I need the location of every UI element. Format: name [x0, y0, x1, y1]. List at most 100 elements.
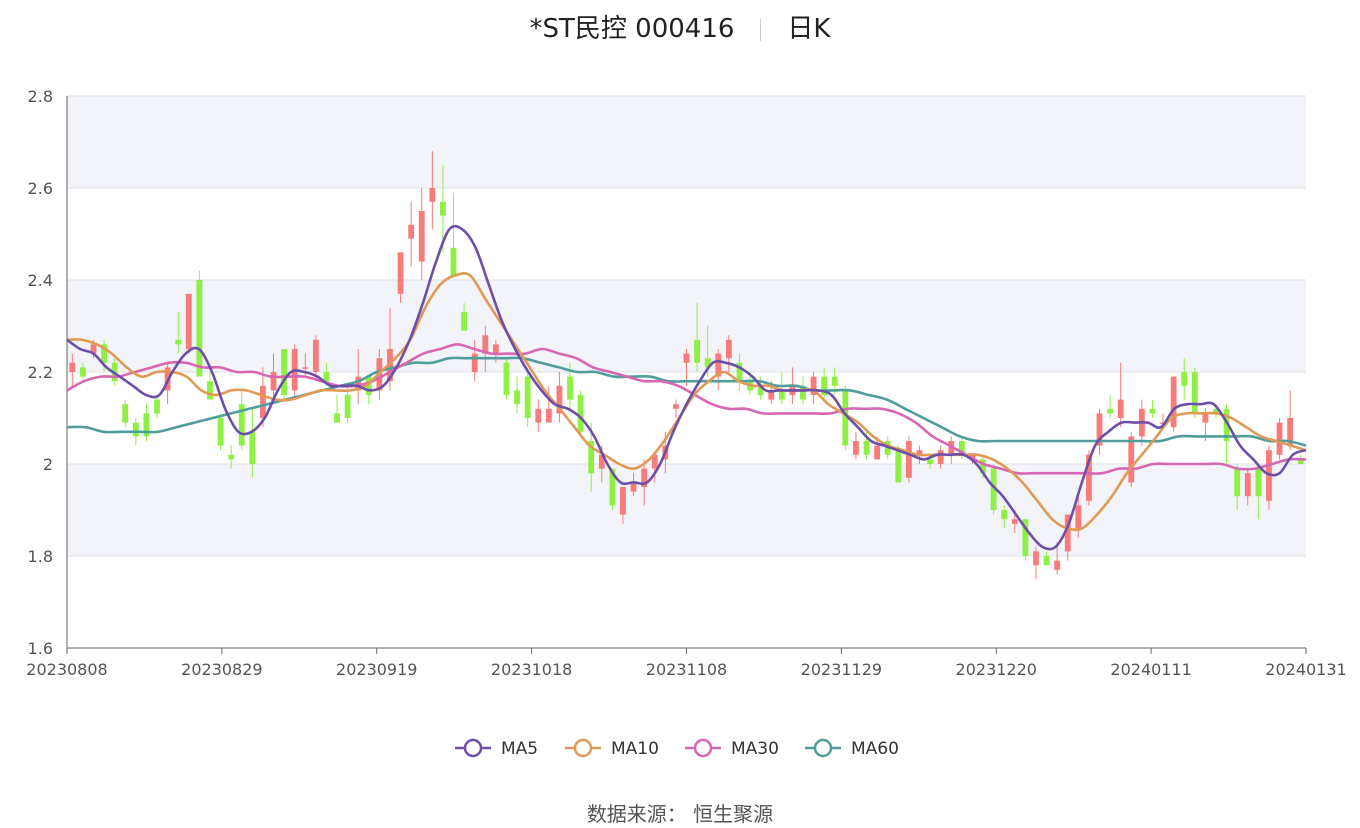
- candle-body: [69, 362, 76, 372]
- y-tick-label: 2.2: [28, 363, 53, 382]
- candle-body: [514, 390, 520, 405]
- candle-body: [450, 247, 457, 276]
- legend-label: MA5: [501, 739, 538, 759]
- candle-body: [471, 353, 478, 372]
- candle-body: [1181, 372, 1188, 386]
- data-source: 数据来源： 恒生聚源: [586, 802, 774, 826]
- candle-body: [1011, 519, 1018, 524]
- y-tick-label: 1.8: [28, 547, 53, 566]
- legend-item-ma10: MA10: [565, 738, 659, 759]
- candle-body: [905, 441, 912, 478]
- candle-body: [418, 211, 425, 262]
- candle-body: [461, 312, 468, 331]
- candle-body: [874, 445, 881, 460]
- candle-body: [185, 293, 192, 349]
- candle-body: [577, 395, 584, 432]
- candle-body: [440, 201, 446, 216]
- candle-body: [228, 454, 235, 460]
- plot-background: [67, 96, 1306, 556]
- candle-body: [259, 385, 266, 418]
- candle-body: [831, 376, 838, 386]
- x-tick-label: 20230919: [336, 660, 417, 679]
- legend-swatch-marker: [463, 738, 483, 758]
- legend-item-ma60: MA60: [805, 738, 899, 759]
- candle-body: [312, 339, 319, 372]
- candle-body: [524, 376, 531, 418]
- candle-body: [429, 188, 436, 202]
- x-tick-label: 20231220: [956, 660, 1037, 679]
- y-tick-label: 2.6: [28, 179, 53, 198]
- candle-body: [1001, 510, 1008, 520]
- x-tick-label: 20240111: [1110, 660, 1191, 679]
- candle-body: [1117, 399, 1124, 418]
- candle-body: [344, 395, 351, 418]
- y-tick-label: 2: [43, 455, 53, 474]
- candle-body: [725, 339, 732, 359]
- candle-body: [1043, 556, 1050, 566]
- candle-body: [853, 441, 859, 455]
- candle-body: [79, 367, 86, 377]
- legend-swatch-marker: [813, 738, 833, 758]
- candle-body: [620, 487, 626, 515]
- candle-body: [249, 431, 256, 464]
- legend-swatch-marker: [693, 738, 713, 758]
- candle-body: [1054, 560, 1061, 570]
- candle-body: [281, 349, 288, 395]
- x-tick-label: 20240131: [1265, 660, 1346, 679]
- x-tick-label: 20231108: [646, 660, 727, 679]
- candle-body: [323, 372, 330, 382]
- legend-label: MA30: [731, 739, 779, 759]
- candle-body: [1276, 422, 1283, 455]
- candle-body: [1244, 473, 1251, 497]
- legend-swatch-marker: [573, 738, 593, 758]
- candle-body: [154, 399, 160, 414]
- legend-item-ma30: MA30: [685, 738, 779, 759]
- y-axis: 1.6 1.8 2 2.2 2.4 2.6 2.8: [28, 87, 53, 658]
- candle-body: [132, 422, 139, 437]
- candle-body: [302, 367, 309, 369]
- candle-body: [503, 362, 510, 395]
- candle-body: [535, 408, 542, 423]
- candle-body: [492, 344, 499, 354]
- y-tick-label: 2.4: [28, 271, 53, 290]
- candle-body: [1191, 372, 1198, 414]
- candle-body: [1234, 468, 1241, 497]
- x-tick-label: 20230829: [181, 660, 262, 679]
- candle-body: [217, 418, 224, 446]
- candle-body: [1107, 408, 1114, 414]
- candle-body: [408, 224, 415, 239]
- candle-body: [1149, 408, 1156, 414]
- plot-band: [67, 464, 1306, 556]
- x-tick-label: 20231129: [801, 660, 882, 679]
- candle-body: [927, 459, 933, 464]
- candle-body: [1255, 468, 1262, 497]
- candle-body: [207, 381, 213, 400]
- candle-body: [1202, 413, 1209, 423]
- candle-body: [334, 413, 340, 423]
- legend-label: MA10: [611, 739, 659, 759]
- legend: MA5 MA10 MA30 MA60: [455, 738, 899, 759]
- candle-body: [545, 408, 552, 423]
- candle-body: [895, 450, 902, 483]
- plot-band: [67, 96, 1306, 188]
- candle-body: [778, 390, 785, 400]
- candle-body: [937, 450, 944, 464]
- candle-body: [863, 441, 870, 455]
- candlestick-chart: 1.6 1.8 2 2.2 2.4 2.6 2.8 20230808 20230829 2023…: [26, 87, 1346, 759]
- x-tick-label: 20231018: [491, 660, 572, 679]
- legend-label: MA60: [851, 739, 899, 759]
- candle-body: [567, 376, 573, 400]
- y-tick-label: 2.8: [28, 87, 53, 106]
- candle-body: [672, 404, 679, 409]
- y-tick-label: 1.6: [28, 639, 53, 658]
- candle-body: [122, 404, 129, 423]
- candle-body: [1075, 505, 1082, 529]
- candle-body: [196, 280, 203, 377]
- candle-body: [1128, 436, 1135, 483]
- candle-body: [683, 353, 690, 363]
- candle-body: [694, 339, 701, 363]
- legend-item-ma5: MA5: [455, 738, 538, 759]
- candle-body: [1033, 551, 1039, 566]
- candle-body: [175, 339, 182, 345]
- x-tick-label: 20230808: [26, 660, 107, 679]
